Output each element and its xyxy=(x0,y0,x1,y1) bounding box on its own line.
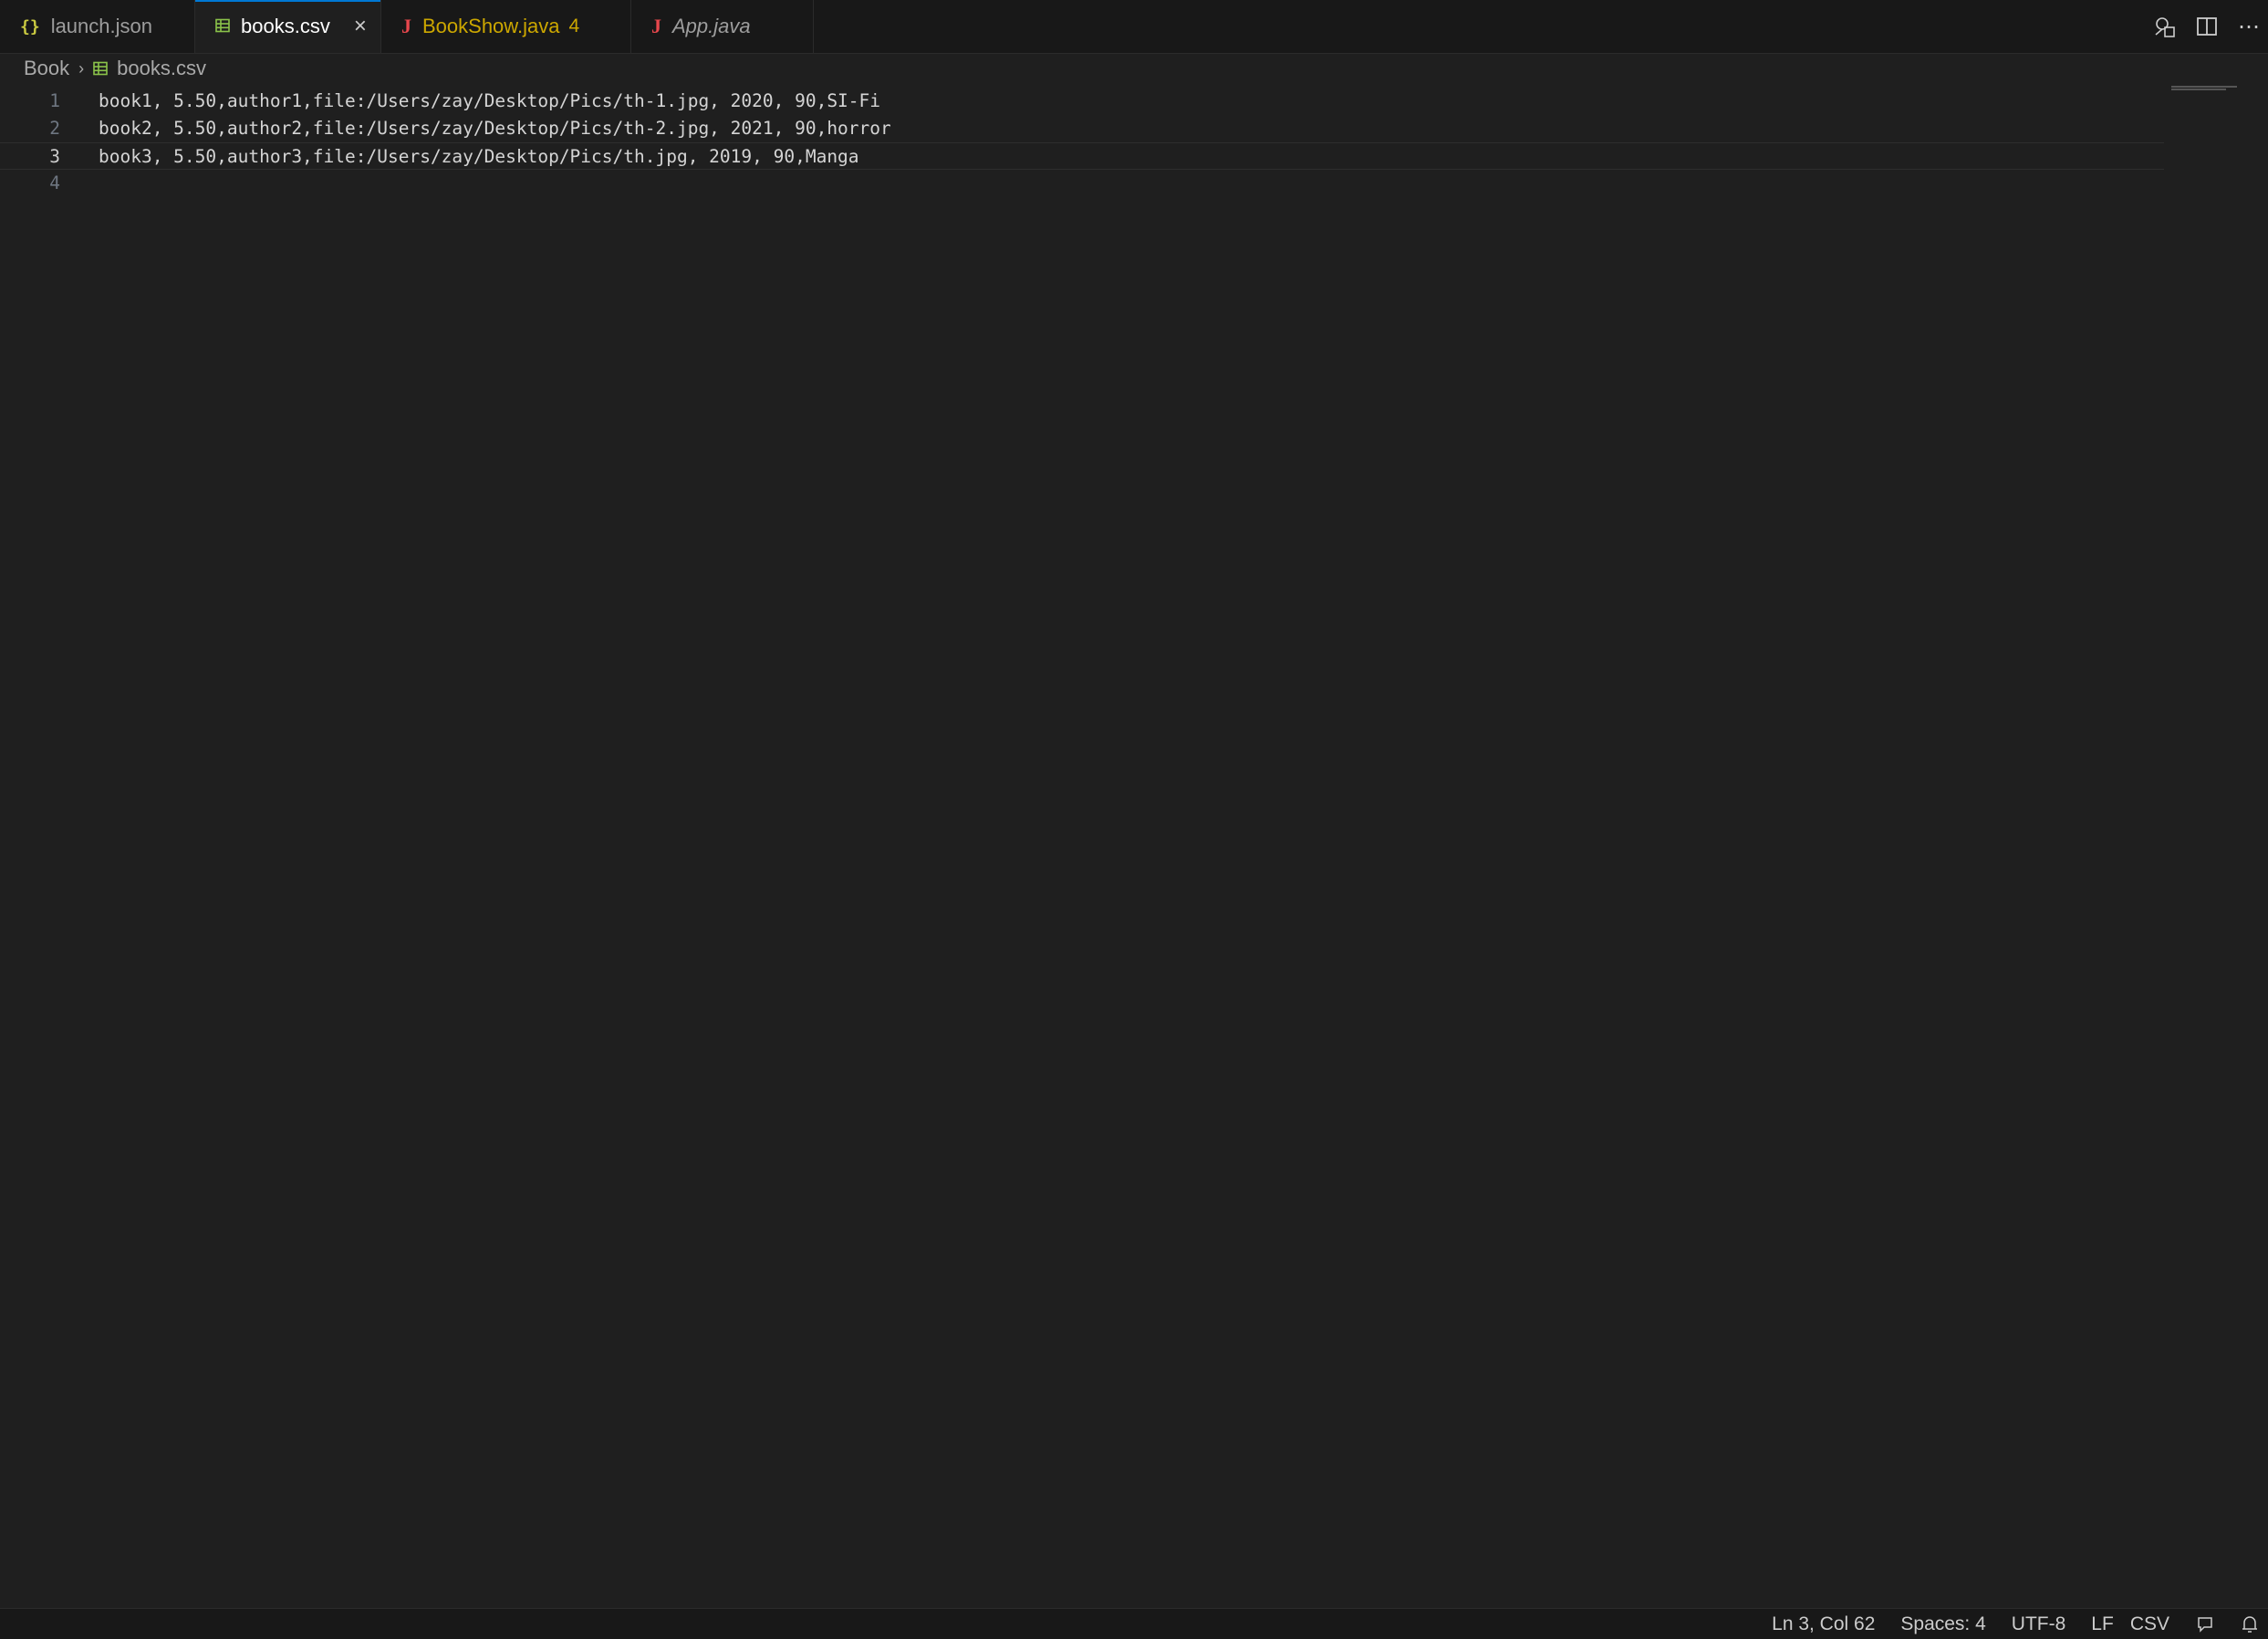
breadcrumb-file[interactable]: books.csv xyxy=(117,57,206,80)
java-icon: J xyxy=(651,15,661,37)
code-editor[interactable]: 1 book1, 5.50,author1,file:/Users/zay/De… xyxy=(0,84,2268,1608)
split-editor-icon[interactable] xyxy=(2196,16,2218,37)
status-bar: Ln 3, Col 62 Spaces: 4 UTF-8 LF CSV xyxy=(0,1608,2268,1639)
java-icon: J xyxy=(401,15,411,37)
tab-launch-json[interactable]: {} launch.json xyxy=(0,0,195,53)
breadcrumb: Book › books.csv xyxy=(24,55,206,82)
minimap[interactable] xyxy=(2171,86,2237,91)
editor-line[interactable]: 4 xyxy=(0,170,2164,197)
problems-count-badge: 4 xyxy=(568,16,580,37)
close-icon[interactable]: × xyxy=(354,16,367,37)
line-text[interactable]: book2, 5.50,author2,file:/Users/zay/Desk… xyxy=(99,115,891,142)
csv-table-icon xyxy=(215,15,230,38)
line-text[interactable]: book1, 5.50,author1,file:/Users/zay/Desk… xyxy=(99,88,880,115)
editor-actions: ⋯ xyxy=(2152,0,2268,53)
indentation-setting[interactable]: Spaces: 4 xyxy=(1900,1613,1985,1635)
cursor-position[interactable]: Ln 3, Col 62 xyxy=(1772,1613,1875,1635)
open-changes-icon[interactable] xyxy=(2152,15,2176,38)
tab-app-java[interactable]: J App.java xyxy=(631,0,814,53)
editor-line-current[interactable]: 3 book3, 5.50,author3,file:/Users/zay/De… xyxy=(0,142,2164,170)
encoding-setting[interactable]: UTF-8 xyxy=(2012,1613,2066,1635)
csv-table-icon xyxy=(93,61,108,76)
feedback-icon[interactable] xyxy=(2195,1614,2215,1634)
json-icon: {} xyxy=(20,16,40,37)
tab-label: App.java xyxy=(672,15,751,37)
tab-label: BookShow.java xyxy=(422,15,560,37)
tab-label: launch.json xyxy=(50,15,152,37)
editor-tab-bar: {} launch.json books.csv × J BookShow.ja… xyxy=(0,0,2268,54)
line-number: 4 xyxy=(49,172,60,193)
line-number: 2 xyxy=(49,118,60,139)
tab-books-csv[interactable]: books.csv × xyxy=(195,0,381,53)
language-mode[interactable]: CSV xyxy=(2130,1613,2169,1635)
line-number: 3 xyxy=(49,146,60,167)
eol-setting[interactable]: LF xyxy=(2091,1613,2114,1635)
line-number: 1 xyxy=(49,90,60,111)
more-actions-icon[interactable]: ⋯ xyxy=(2238,14,2261,40)
chevron-right-icon: › xyxy=(78,58,85,78)
editor-line[interactable]: 1 book1, 5.50,author1,file:/Users/zay/De… xyxy=(0,88,2164,115)
line-text[interactable]: book3, 5.50,author3,file:/Users/zay/Desk… xyxy=(99,143,859,171)
tab-label: books.csv xyxy=(241,15,330,37)
breadcrumb-folder[interactable]: Book xyxy=(24,57,69,80)
tab-bookshow-java[interactable]: J BookShow.java 4 xyxy=(381,0,631,53)
bell-icon[interactable] xyxy=(2241,1614,2259,1634)
editor-line[interactable]: 2 book2, 5.50,author2,file:/Users/zay/De… xyxy=(0,115,2164,142)
